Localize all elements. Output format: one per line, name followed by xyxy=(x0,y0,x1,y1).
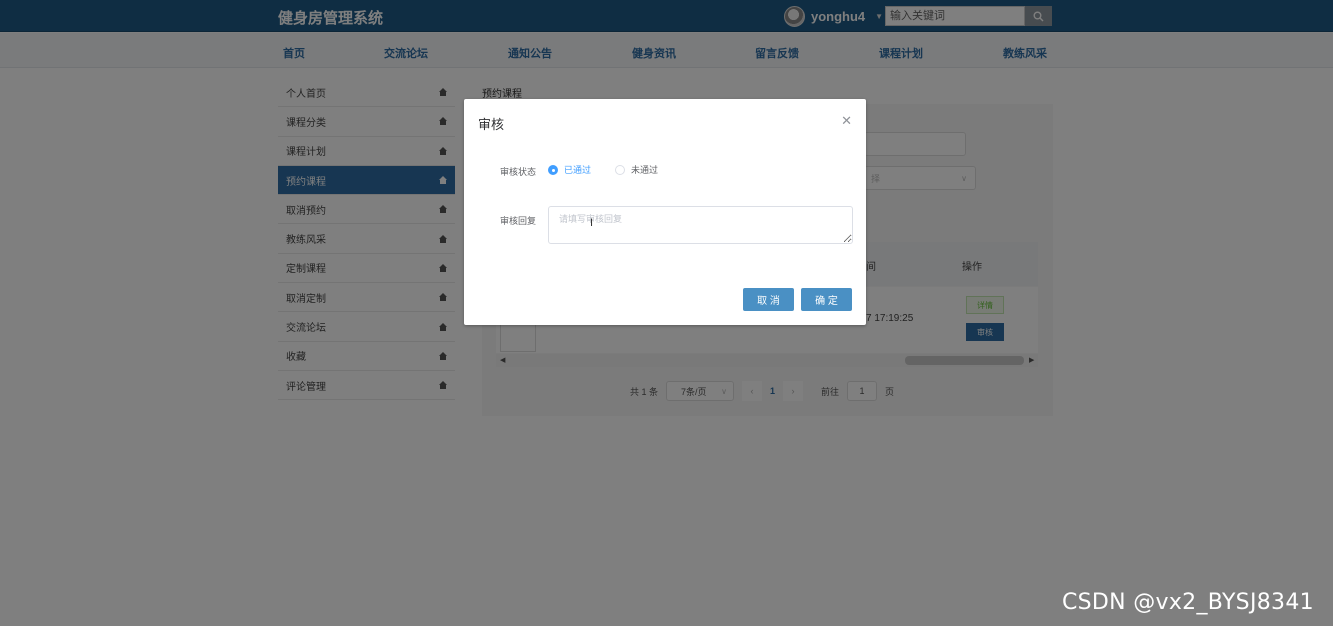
audit-dialog: 审核 ✕ 审核状态 已通过 未通过 审核回复 I 取 消 确 定 xyxy=(464,99,866,325)
text-cursor-icon: I xyxy=(590,217,594,229)
radio-unchecked-icon xyxy=(615,164,625,175)
confirm-button[interactable]: 确 定 xyxy=(801,288,852,311)
reply-textarea[interactable] xyxy=(548,206,853,244)
reply-label: 审核回复 xyxy=(500,216,537,226)
radio-fail[interactable]: 未通过 xyxy=(615,163,658,176)
radio-fail-label: 未通过 xyxy=(631,165,659,175)
radio-pass[interactable]: 已通过 xyxy=(548,163,591,176)
dialog-title: 审核 xyxy=(478,117,505,132)
radio-pass-label: 已通过 xyxy=(564,165,592,175)
radio-checked-icon xyxy=(548,164,558,175)
watermark: CSDN @vx2_BYSJ8341 xyxy=(1062,590,1314,615)
status-label: 审核状态 xyxy=(500,167,537,177)
close-icon[interactable]: ✕ xyxy=(841,113,852,129)
cancel-button[interactable]: 取 消 xyxy=(743,288,794,311)
